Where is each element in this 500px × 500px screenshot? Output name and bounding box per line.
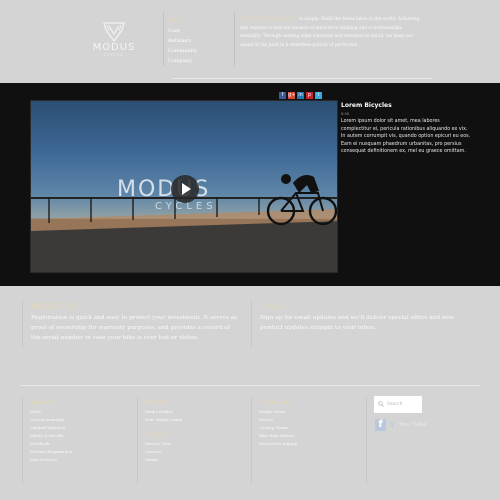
nav-item-user[interactable]: User	[168, 26, 197, 36]
video-title: Lorem Bicycles	[341, 102, 392, 109]
footer-link[interactable]: Safety & Recalls	[30, 432, 132, 440]
footer-link[interactable]: Your Dealer Guide	[145, 416, 245, 424]
footer-community-title: Community	[259, 400, 292, 406]
footer-link[interactable]: Events	[259, 416, 361, 424]
nav-item-ebay[interactable]: Ebay	[168, 16, 197, 26]
footer-support-column: Support FAQs Owners manuals Limited Warr…	[22, 398, 132, 484]
footer-link[interactable]: Find a Dealer	[145, 408, 245, 416]
google-plus-share-icon[interactable]: g+	[288, 92, 295, 99]
mission-statement: The Modus Cycles mission is simple: Buil…	[240, 16, 420, 50]
logo-wordmark: MODUS	[92, 42, 136, 53]
footer-community-column: Community Modus News Events Cycling Team…	[251, 398, 361, 484]
video-duration: 0:00	[341, 112, 350, 116]
footer-link[interactable]: Product Registration	[30, 448, 132, 456]
video-info: Lorem Bicycles 0:00 Lorem ipsum dolor si…	[341, 101, 471, 156]
nav-item-retailers[interactable]: Retailers	[168, 36, 197, 46]
logo-tagline: CYCLES	[104, 53, 124, 57]
youtube-icon[interactable]: You Tube	[399, 422, 427, 428]
register-section: REGISTER Registration is quick and easy …	[22, 300, 240, 348]
play-icon[interactable]	[171, 175, 199, 203]
pinterest-share-icon[interactable]: p	[306, 92, 313, 99]
site-header: MODUS CYCLES Ebay User Retailers Communi…	[0, 0, 500, 80]
video-description: Lorem ipsum dolor sit amet, mea labores …	[341, 119, 471, 154]
header-divider	[163, 12, 164, 66]
nav-item-community[interactable]: Community	[168, 46, 197, 56]
footer-link[interactable]: Site Archives	[30, 456, 132, 464]
shield-icon	[103, 22, 125, 42]
email-body: Sign up for email updates and we'll deli…	[260, 315, 455, 331]
footer-retailers-title: Retailers	[145, 400, 171, 406]
footer-link[interactable]: FAQs	[30, 408, 132, 416]
search-placeholder: Search	[387, 402, 403, 407]
linkedin-share-icon[interactable]: in	[297, 92, 304, 99]
header-rule	[172, 78, 432, 79]
modus-logo[interactable]: MODUS CYCLES	[86, 22, 142, 64]
video-player[interactable]: MODUS CYCLES	[30, 100, 338, 273]
footer-link[interactable]: Careers	[145, 448, 245, 456]
footer-link[interactable]: Limited Warranty	[30, 424, 132, 432]
twitter-share-icon[interactable]: t	[315, 92, 322, 99]
footer-retailers-column: Retailers Find a Dealer Your Dealer Guid…	[137, 398, 245, 484]
twitter-icon[interactable]: t	[391, 421, 394, 430]
header-divider	[234, 12, 235, 66]
footer-link[interactable]: Owners manuals	[30, 416, 132, 424]
footer-link[interactable]: Media	[145, 456, 245, 464]
footer-link[interactable]: Feedback	[30, 440, 132, 448]
search-icon	[378, 401, 384, 407]
footer-link[interactable]: Bike Ride Stories	[259, 432, 361, 440]
email-section: EMAIL Sign up for email updates and we'l…	[251, 300, 469, 348]
mission-brand: The Modus Cycles mission	[240, 17, 298, 22]
footer-link[interactable]: Modus News	[259, 408, 361, 416]
footer-support-title: Support	[30, 400, 53, 406]
register-body: Registration is quick and easy to protec…	[31, 315, 238, 341]
email-title[interactable]: EMAIL	[260, 300, 469, 313]
footer-link[interactable]: Newsletter Signup	[259, 440, 361, 448]
facebook-share-icon[interactable]: f	[279, 92, 286, 99]
nav-item-company[interactable]: Company	[168, 56, 197, 66]
footer-company-title: Company	[145, 432, 172, 438]
register-title[interactable]: REGISTER	[31, 300, 240, 313]
footer-link[interactable]: Factory Tour	[145, 440, 245, 448]
main-nav: Ebay User Retailers Community Company	[168, 16, 197, 66]
facebook-icon[interactable]: f	[375, 419, 386, 431]
search-input[interactable]: Search	[374, 396, 422, 413]
footer-link[interactable]: Cycling Teams	[259, 424, 361, 432]
social-links: f t You Tube	[375, 419, 427, 431]
share-bar: f g+ in p t	[279, 92, 322, 99]
footer-rule	[20, 385, 480, 386]
